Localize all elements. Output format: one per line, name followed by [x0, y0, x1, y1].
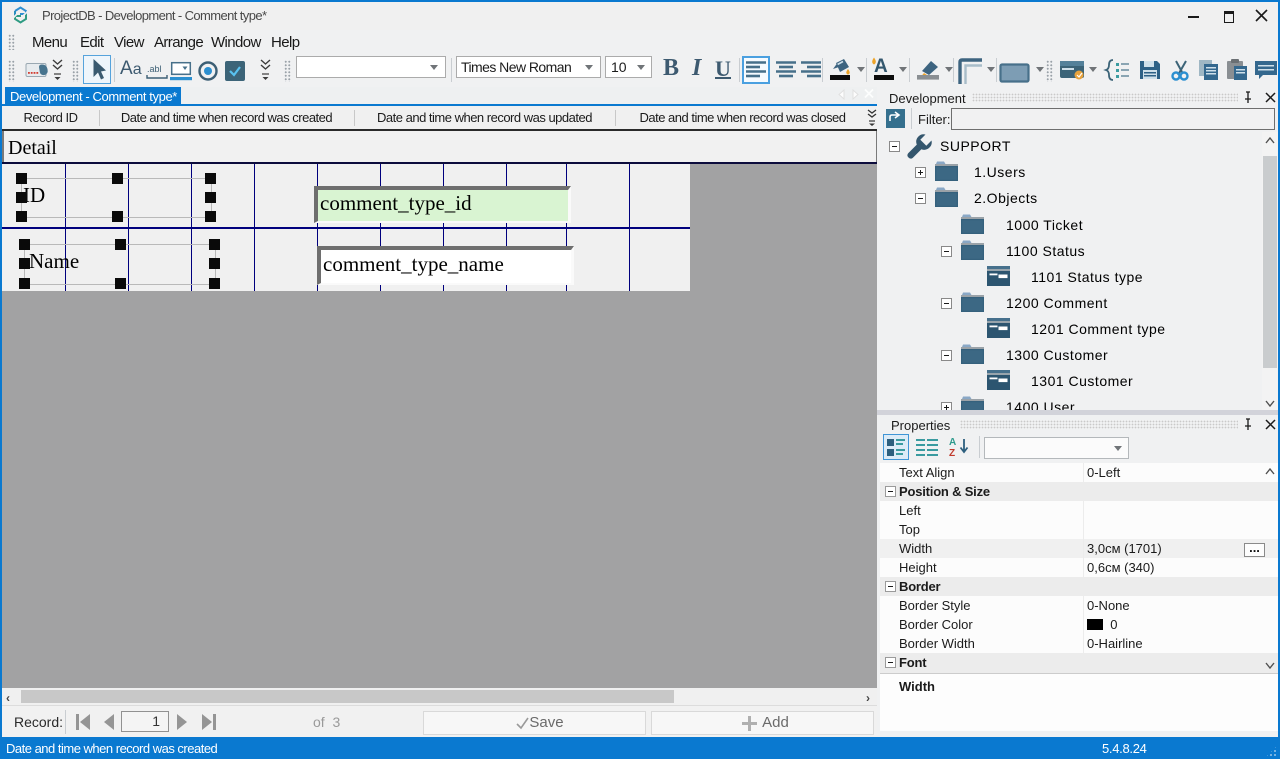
svg-text:.abl: .abl [147, 64, 162, 74]
svg-text:A: A [949, 437, 956, 448]
svg-text:Z: Z [949, 448, 955, 459]
